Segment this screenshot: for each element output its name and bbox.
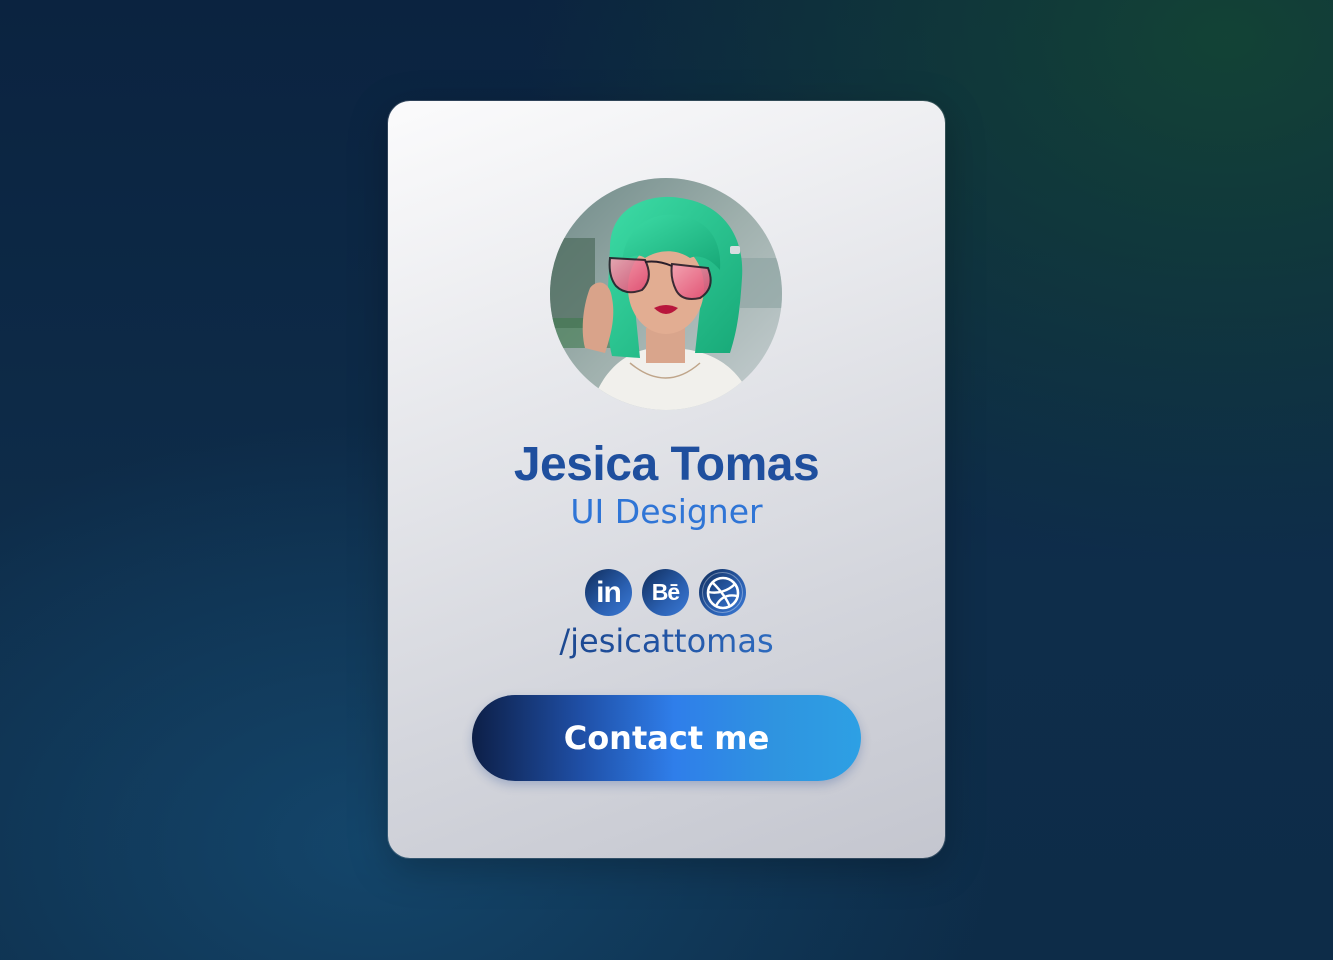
behance-icon: Bē (651, 579, 680, 605)
profile-role: UI Designer (570, 492, 763, 531)
behance-link[interactable]: Bē (642, 569, 689, 616)
dribbble-link[interactable] (699, 569, 746, 616)
social-links: in Bē (585, 569, 748, 617)
linkedin-icon: in (596, 575, 622, 609)
profile-name: Jesica Tomas (513, 438, 820, 491)
social-handle: /jesicattomas (388, 620, 945, 662)
avatar-photo (550, 178, 782, 410)
avatar (550, 178, 782, 410)
linkedin-link[interactable]: in (585, 569, 632, 616)
contact-button[interactable]: Contact me (472, 695, 861, 781)
profile-card: Jesica Tomas UI Designer in Bē /jesicatt… (388, 101, 945, 858)
